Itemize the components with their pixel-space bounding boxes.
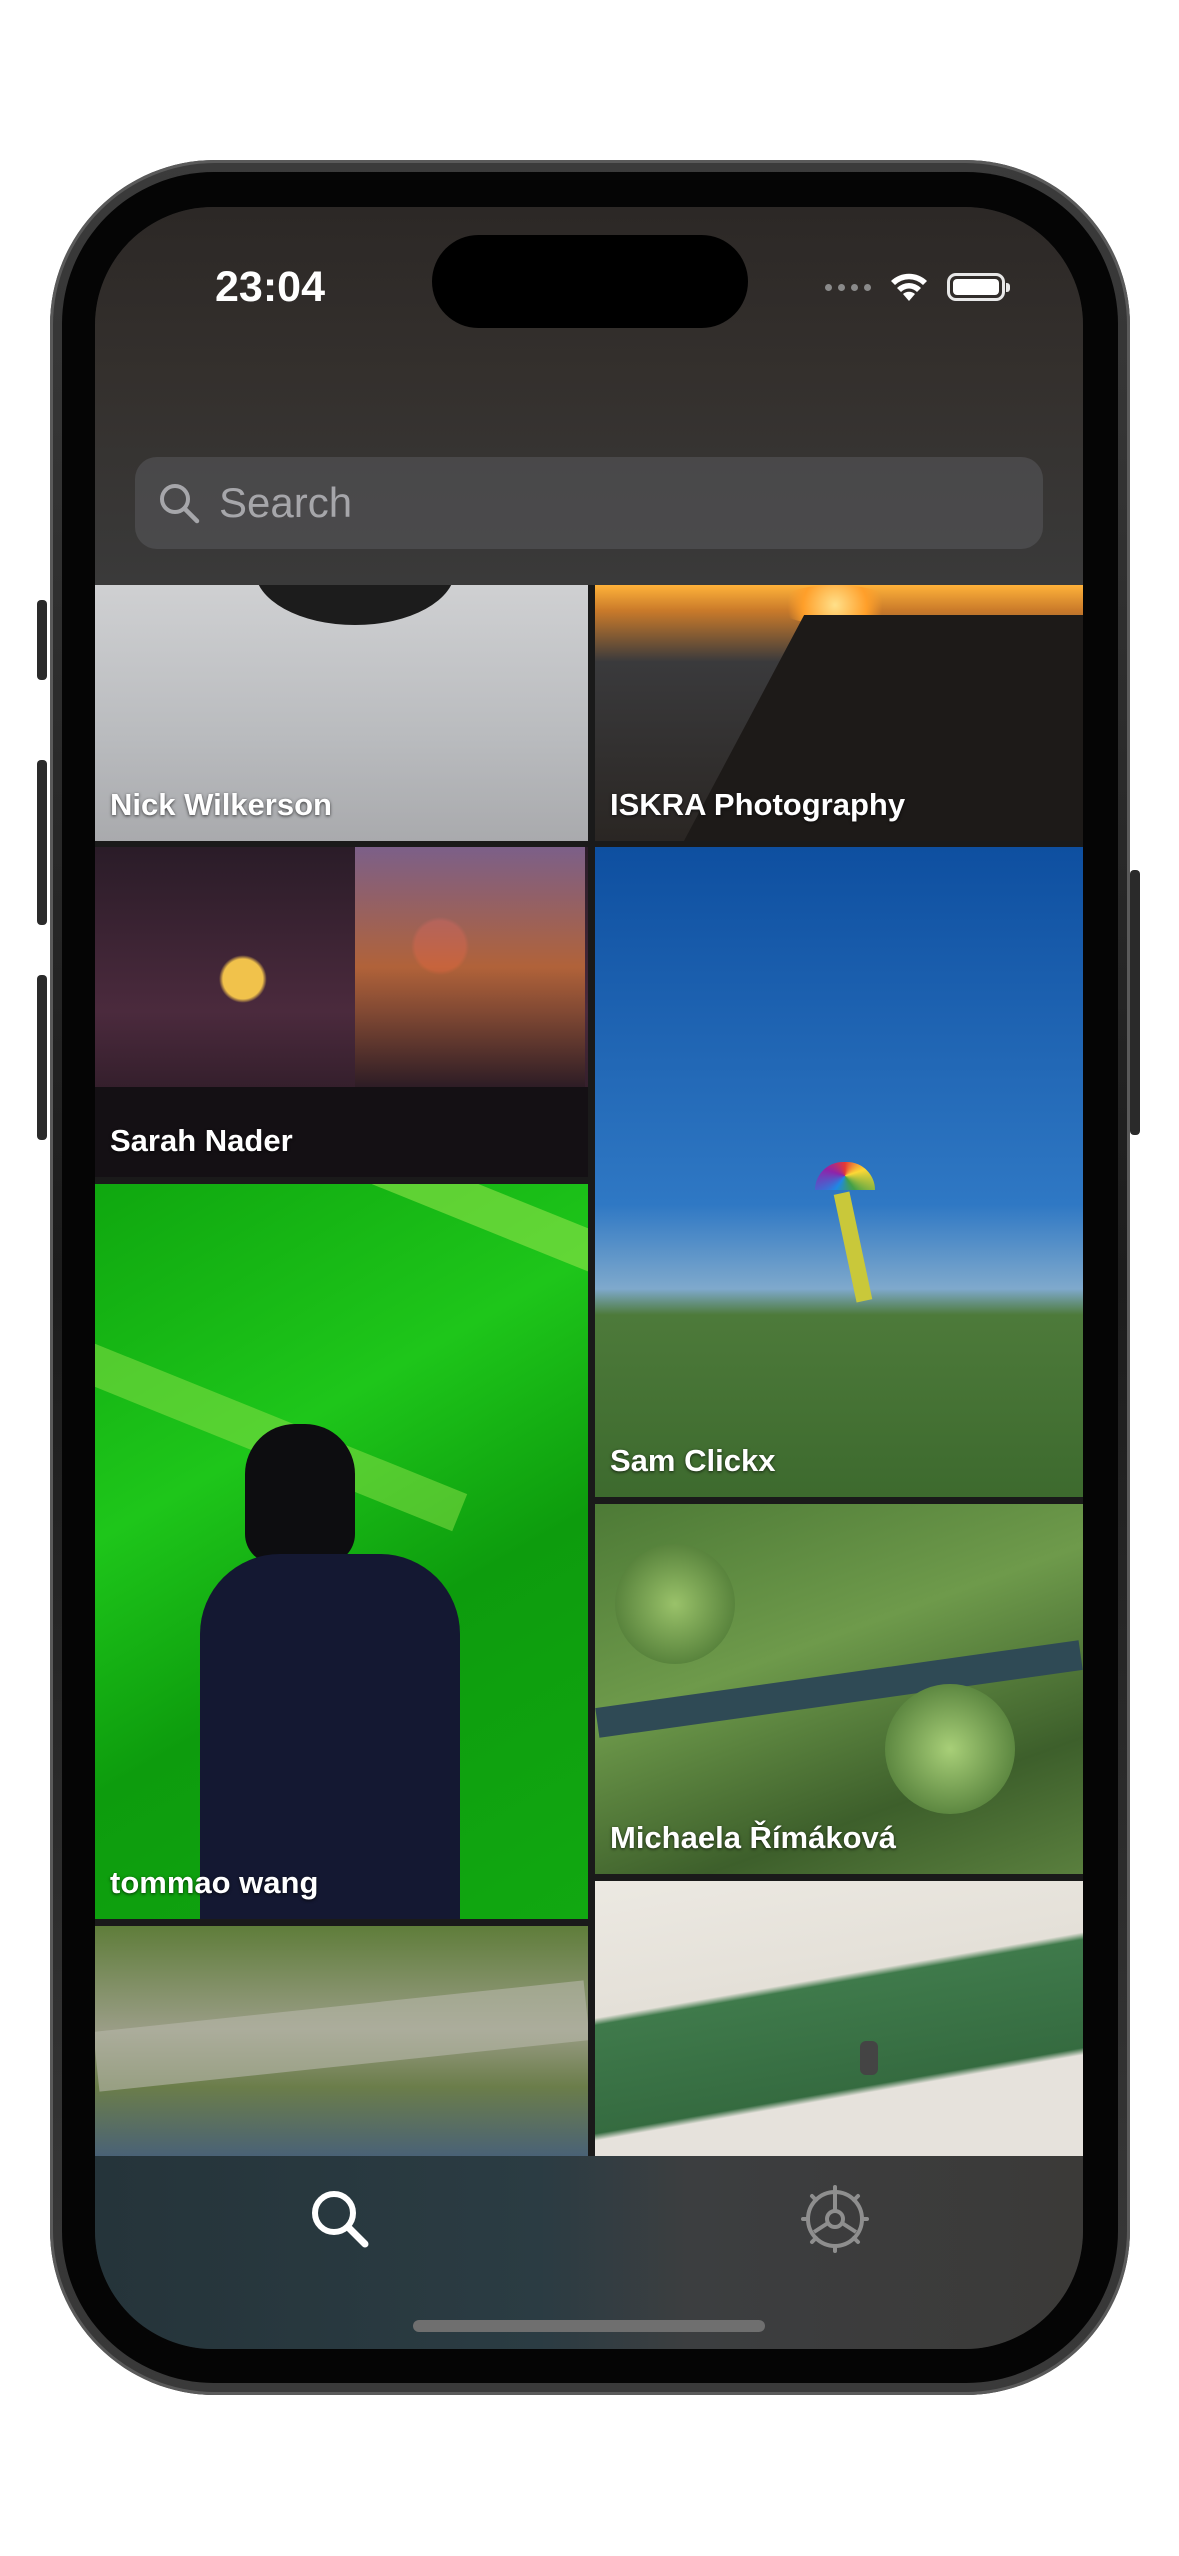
power-button: [1130, 870, 1140, 1135]
photo-author: Nick Wilkerson: [110, 787, 332, 822]
wifi-icon: [891, 273, 927, 301]
search-icon: [160, 484, 200, 524]
photo-tile[interactable]: Sam Clickx: [595, 847, 1083, 1497]
dynamic-island: [432, 235, 748, 328]
photo-tile[interactable]: ISKRA Photography: [595, 585, 1083, 841]
tab-settings[interactable]: [790, 2174, 880, 2264]
search-input[interactable]: [217, 478, 1021, 528]
app-screen: Nick Wilkerson ISKRA Photography Sarah N…: [95, 207, 1083, 2349]
tab-bar: [95, 2156, 1083, 2349]
photo-detail: [815, 1162, 875, 1190]
photo-author: Sarah Nader: [110, 1123, 293, 1158]
photo-author: Michaela Římáková: [610, 1820, 897, 1855]
photo-detail: [222, 1184, 588, 1282]
photo-tile[interactable]: Michaela Římáková: [595, 1504, 1083, 1874]
photo-tile[interactable]: tommao wang: [95, 1184, 588, 1919]
photo-detail: [833, 1191, 873, 1303]
home-indicator[interactable]: [413, 2320, 765, 2332]
photo-author: ISKRA Photography: [610, 787, 906, 822]
action-button: [37, 600, 47, 680]
photo-detail: [355, 847, 585, 1087]
search-bar[interactable]: [135, 457, 1043, 549]
tab-search[interactable]: [295, 2174, 385, 2264]
photo-tile[interactable]: Sarah Nader: [95, 847, 588, 1177]
status-time: 23:04: [215, 263, 325, 311]
status-icons: [825, 265, 1010, 309]
photo-detail: [255, 585, 455, 625]
photo-tile[interactable]: Nick Wilkerson: [95, 585, 588, 841]
cellular-signal-icon: [825, 283, 871, 291]
photo-detail: [245, 1424, 355, 1564]
gear-icon: [801, 2185, 869, 2253]
photo-tile[interactable]: [95, 1926, 588, 2156]
photo-author: tommao wang: [110, 1865, 319, 1900]
battery-icon: [947, 273, 1010, 301]
photo-detail: [615, 1544, 735, 1664]
photo-detail: [95, 1980, 588, 2092]
photo-detail: [885, 1684, 1015, 1814]
search-icon: [312, 2191, 369, 2248]
photo-detail: [860, 2041, 878, 2075]
photo-tile[interactable]: [595, 1881, 1083, 2156]
photo-author: Sam Clickx: [610, 1443, 776, 1478]
volume-down-button: [37, 975, 47, 1140]
header: 23:04: [95, 207, 1083, 585]
volume-up-button: [37, 760, 47, 925]
